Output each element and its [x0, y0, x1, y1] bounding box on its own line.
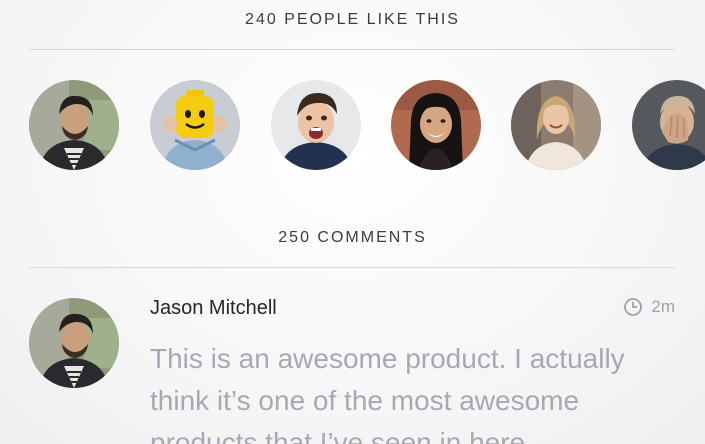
comment-timestamp: 2m: [623, 297, 675, 317]
comment-text: This is an awesome product. I actually t…: [150, 343, 625, 444]
avatar-blonde-woman[interactable]: [511, 80, 601, 170]
comment-time-label: 2m: [651, 297, 675, 316]
avatar-lego-head[interactable]: [150, 80, 240, 170]
likes-title: 240 PEOPLE LIKE THIS: [245, 11, 460, 28]
avatar-bearded-man[interactable]: [29, 80, 119, 170]
comment-author-name[interactable]: Jason Mitchell: [150, 297, 277, 320]
avatar-excited-man[interactable]: [271, 80, 361, 170]
page: 240 PEOPLE LIKE THIS 250 COMMENTS Jason …: [0, 0, 705, 444]
clock-icon: [624, 298, 643, 316]
avatar-hand-on-face[interactable]: [632, 80, 705, 170]
likes-divider: [29, 49, 675, 50]
comment-author-avatar[interactable]: [29, 298, 119, 388]
comments-divider: [29, 267, 675, 268]
avatar-smiling-woman[interactable]: [391, 80, 481, 170]
comments-title: 250 COMMENTS: [278, 229, 427, 246]
